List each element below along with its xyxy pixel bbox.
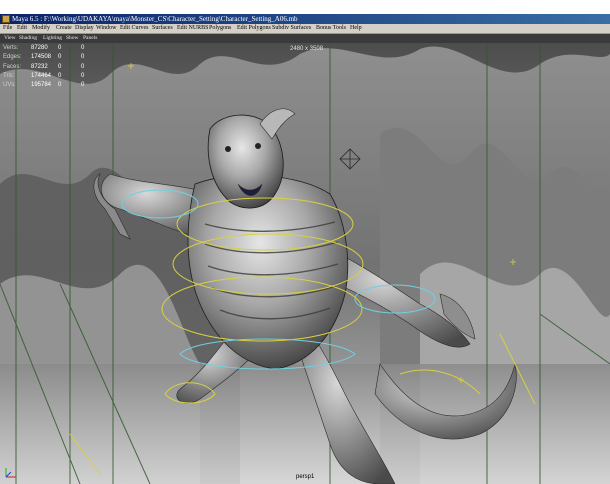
title-bar[interactable]: Maya 6.5 : F:\Working\UDAKAYA\maya\Monst… [0, 14, 610, 24]
hud-value: 174464 [31, 72, 52, 79]
hud-component: 0 [81, 45, 85, 51]
monster-eye-left [225, 146, 231, 152]
hud-selected: 0 [58, 63, 62, 70]
menu-edit-polygons[interactable]: Edit Polygons [237, 24, 271, 33]
menu-file[interactable]: File [3, 24, 12, 33]
hud-selected: 0 [58, 45, 62, 51]
hud-value: 174508 [31, 54, 52, 61]
menu-edit[interactable]: Edit [17, 24, 27, 33]
hud-value: 87232 [31, 63, 48, 70]
panel-menu-shading[interactable]: Shading [19, 34, 37, 43]
hud-label: Verts: [3, 45, 19, 51]
hud-component: 0 [81, 54, 85, 61]
menu-modify[interactable]: Modify [32, 24, 50, 33]
menu-polygons[interactable]: Polygons [209, 24, 231, 33]
hud-value: 195784 [31, 82, 52, 89]
menu-window[interactable]: Window [96, 24, 116, 33]
panel-menu-panels[interactable]: Panels [83, 34, 97, 43]
perspective-viewport[interactable]: View Shading Lighting Show Panels Verts:… [0, 34, 610, 484]
maya-app-icon[interactable] [2, 15, 10, 23]
panel-menu-bar: View Shading Lighting Show Panels [0, 34, 610, 43]
hud-selected: 0 [58, 54, 62, 61]
menu-surfaces[interactable]: Surfaces [152, 24, 173, 33]
panel-menu-show[interactable]: Show [66, 34, 79, 43]
resolution-gate-label: 2480 x 3508 [290, 46, 324, 52]
view-axis-icon [5, 468, 16, 478]
hud-value: 87280 [31, 45, 48, 51]
hud-selected: 0 [58, 72, 62, 79]
hud-component: 0 [81, 72, 85, 79]
panel-menu-lighting[interactable]: Lighting [43, 34, 62, 43]
hud-label: Faces: [3, 63, 22, 70]
main-menu-bar: File Edit Modify Create Display Window E… [0, 24, 610, 34]
hud-selected: 0 [58, 82, 62, 89]
menu-bonus-tools[interactable]: Bonus Tools [316, 24, 346, 33]
maya-window: Maya 6.5 : F:\Working\UDAKAYA\maya\Monst… [0, 0, 610, 484]
menu-help[interactable]: Help [350, 24, 362, 33]
window-title: Maya 6.5 : F:\Working\UDAKAYA\maya\Monst… [12, 15, 298, 23]
menu-display[interactable]: Display [75, 24, 94, 33]
hud-component: 0 [81, 82, 85, 89]
monster-eye-right [255, 143, 261, 149]
panel-menu-view[interactable]: View [4, 34, 16, 43]
menu-create[interactable]: Create [56, 24, 72, 33]
camera-name-label: persp1 [296, 474, 315, 480]
menu-subdiv-surfaces[interactable]: Subdiv Surfaces [272, 24, 311, 33]
menu-edit-nurbs[interactable]: Edit NURBS [177, 24, 209, 33]
hud-label: Tris: [3, 72, 15, 79]
scene-render[interactable] [0, 34, 610, 484]
menu-edit-curves[interactable]: Edit Curves [120, 24, 149, 33]
hud-label: UVs: [3, 82, 17, 89]
hud-label: Edges: [3, 54, 22, 61]
floor-plane [0, 364, 610, 484]
hud-component: 0 [81, 63, 85, 70]
